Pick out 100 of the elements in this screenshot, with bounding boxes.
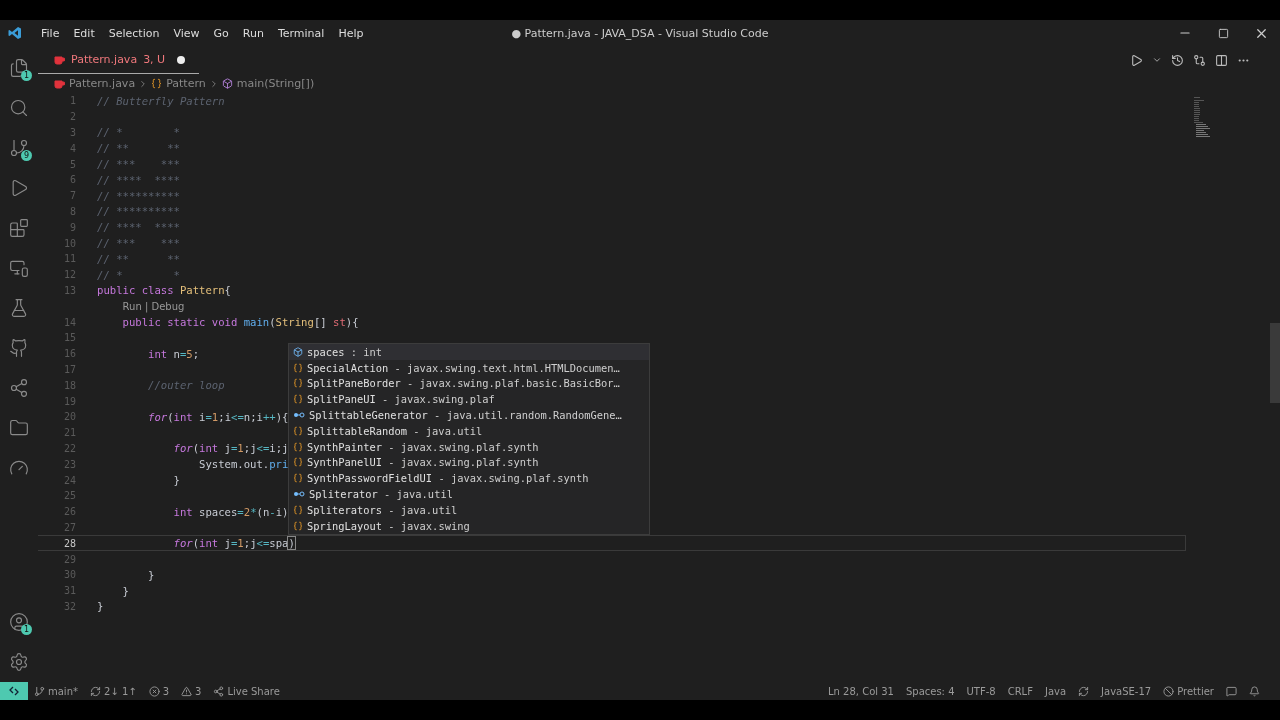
blocks-icon[interactable] — [9, 218, 29, 238]
class-icon — [293, 473, 303, 484]
line-number: 32 — [62, 600, 76, 612]
share-icon[interactable] — [9, 378, 29, 398]
status-item[interactable]: Java — [1038, 685, 1073, 697]
codelens[interactable]: Run | Debug — [122, 300, 185, 312]
suggestion-item[interactable]: SynthPanelUI - javax.swing.plaf.synth — [307, 456, 539, 469]
count-badge: 1 — [21, 624, 32, 635]
history-icon[interactable] — [1171, 53, 1184, 67]
cat-icon[interactable] — [9, 338, 29, 358]
menu-item[interactable]: Edit — [66, 26, 102, 40]
line-number: 13 — [62, 284, 76, 296]
settings-icon[interactable] — [9, 652, 29, 672]
status-item[interactable]: main* — [48, 685, 78, 697]
share-icon — [213, 685, 225, 697]
suggestion-item[interactable]: SplittableGenerator - java.util.random.RandomGene… — [309, 409, 622, 422]
breadcrumb-item[interactable]: Pattern — [166, 77, 206, 90]
search-icon[interactable] — [9, 98, 29, 118]
class-icon — [293, 504, 303, 515]
menu-item[interactable]: File — [34, 26, 67, 40]
cup-icon — [54, 54, 65, 65]
count-badge: 9 — [21, 150, 32, 161]
modified-dot — [177, 55, 186, 64]
sync-icon[interactable] — [1078, 685, 1090, 697]
class-icon — [293, 441, 303, 452]
suggestion-item[interactable]: SpringLayout - javax.swing — [307, 519, 470, 532]
breadcrumb-item[interactable]: main(String[]) — [236, 77, 315, 90]
code-line: // ********** — [97, 189, 180, 202]
suggestion-item[interactable]: SpecialAction - javax.swing.text.html.HTMLDocumen… — [307, 361, 620, 374]
restore-icon[interactable] — [1217, 27, 1229, 39]
code-line: // ** ** — [97, 142, 180, 155]
split-editor-icon[interactable] — [1215, 53, 1228, 67]
editor-tab[interactable]: Pattern.java 3, U — [38, 46, 200, 74]
status-item[interactable]: 2↓ 1↑ — [104, 685, 137, 697]
suggestion-item[interactable]: Spliterators - java.util — [307, 503, 458, 516]
status-item[interactable]: 3 — [195, 685, 202, 697]
line-number: 26 — [62, 506, 76, 518]
suggestion-item[interactable]: SplitPaneBorder - javax.swing.plaf.basic.BasicBor… — [307, 377, 620, 390]
line-number: 20 — [62, 411, 76, 423]
line-number: 4 — [68, 142, 76, 154]
suggestion-item[interactable]: SynthPainter - javax.swing.plaf.synth — [307, 440, 539, 453]
feedback-icon[interactable] — [1226, 685, 1237, 697]
suggestion-item[interactable]: Spliterator - java.util — [309, 488, 453, 501]
line-number: 30 — [62, 569, 76, 581]
menu-item[interactable]: Help — [331, 26, 371, 40]
branch-icon[interactable] — [9, 138, 29, 158]
code-line: // ** ** — [97, 252, 180, 265]
menu-item[interactable]: Go — [206, 26, 236, 40]
flask-icon[interactable] — [9, 298, 29, 318]
suggestion-item[interactable]: SplitPaneUI - javax.swing.plaf — [307, 393, 495, 406]
remote-button[interactable] — [0, 682, 28, 700]
account-icon[interactable] — [9, 612, 29, 632]
code-line: //outer loop — [147, 379, 225, 392]
status-item[interactable]: Live Share — [227, 685, 280, 697]
run-icon[interactable] — [1130, 53, 1143, 67]
line-number: 6 — [68, 174, 76, 186]
line-number: 5 — [68, 158, 76, 170]
code-line: for(int i=1;i<=n;i++){ — [147, 410, 289, 423]
interface-icon — [293, 411, 305, 420]
folder-icon[interactable] — [9, 418, 29, 438]
line-number: 23 — [62, 458, 76, 470]
menu-item[interactable]: Terminal — [270, 26, 332, 40]
bell-icon[interactable] — [1249, 685, 1260, 697]
status-item[interactable]: Prettier — [1177, 685, 1214, 697]
breadcrumb-item[interactable]: Pattern.java — [69, 77, 136, 90]
app-logo — [8, 26, 22, 40]
code-line: // Butterfly Pattern — [97, 94, 225, 107]
line-number: 28 — [62, 537, 76, 549]
scrollbar-thumb[interactable] — [1270, 323, 1280, 403]
code-line: // *** *** — [97, 237, 180, 250]
menu-item[interactable]: Selection — [101, 26, 167, 40]
line-number: 3 — [68, 127, 76, 138]
status-item[interactable]: Spaces: 4 — [899, 685, 961, 697]
line-number: 29 — [62, 553, 76, 565]
line-number: 14 — [62, 316, 76, 328]
code-line: System.out.pri — [198, 458, 289, 471]
suggestion-item[interactable]: spaces : int — [307, 345, 383, 358]
code-line: } — [147, 568, 155, 581]
remote-icon — [8, 686, 20, 696]
status-item[interactable]: CRLF — [1001, 685, 1039, 697]
line-number: 31 — [62, 585, 76, 597]
suggestion-item[interactable]: SynthPasswordFieldUI - javax.swing.plaf.synth — [307, 472, 589, 485]
monitor-icon[interactable] — [9, 258, 29, 278]
compare-icon[interactable] — [1193, 53, 1206, 67]
status-item[interactable]: Ln 28, Col 31 — [822, 685, 900, 697]
code-line: int n=5; — [147, 347, 200, 360]
status-item[interactable]: UTF-8 — [960, 685, 1002, 697]
caret-icon[interactable] — [1152, 55, 1162, 65]
line-number: 10 — [62, 237, 76, 249]
files-icon[interactable] — [9, 58, 29, 78]
suggestion-item[interactable]: SplittableRandom - java.util — [307, 424, 483, 437]
status-item[interactable]: 3 — [162, 685, 170, 697]
menu-item[interactable]: Run — [235, 26, 271, 40]
class-icon — [293, 378, 303, 389]
code-line: // * * — [97, 268, 180, 281]
code-line: // **** **** — [97, 221, 180, 234]
menu-item[interactable]: View — [166, 26, 207, 40]
class-icon — [293, 520, 303, 531]
line-number: 1 — [68, 95, 76, 107]
status-item[interactable]: JavaSE-17 — [1095, 685, 1158, 697]
